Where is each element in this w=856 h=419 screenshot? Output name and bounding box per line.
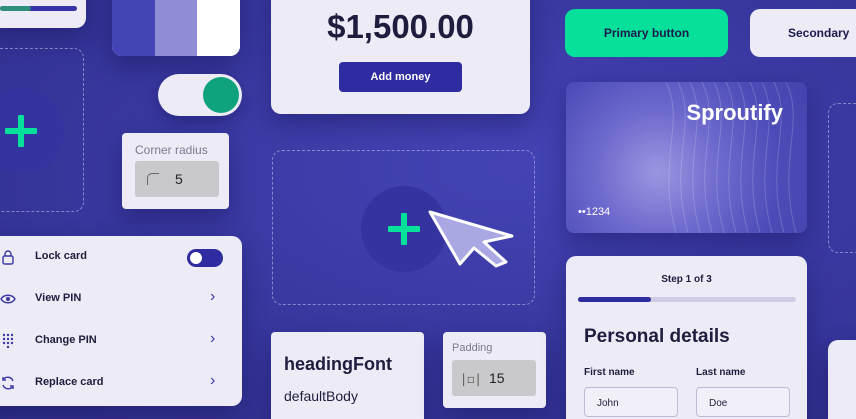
chevron-right-icon: › bbox=[210, 372, 216, 389]
plus-icon bbox=[5, 115, 37, 147]
first-name-field[interactable]: John bbox=[584, 387, 678, 417]
color-swatch-card bbox=[112, 0, 240, 56]
lock-card-toggle[interactable] bbox=[187, 249, 223, 267]
chevron-right-icon: › bbox=[210, 288, 216, 305]
padding-icon: |◻| bbox=[460, 372, 482, 386]
chevron-right-icon: › bbox=[210, 330, 216, 347]
form-title: Personal details bbox=[584, 326, 730, 347]
step-indicator: Step 1 of 3 bbox=[661, 274, 712, 285]
corner-radius-card: Corner radius 5 bbox=[122, 133, 229, 209]
swatch-3[interactable] bbox=[197, 0, 240, 56]
toggle-knob bbox=[190, 252, 202, 264]
padding-card: Padding |◻| 15 bbox=[443, 332, 546, 408]
partial-card-right bbox=[828, 340, 856, 419]
swatch-2[interactable] bbox=[154, 0, 198, 56]
menu-item-view-pin[interactable]: View PIN › bbox=[0, 278, 242, 320]
balance-card: $1,500.00 Add money bbox=[271, 0, 530, 114]
swatch-1[interactable] bbox=[112, 0, 155, 56]
corner-radius-icon bbox=[147, 173, 159, 185]
menu-item-label: Lock card bbox=[35, 250, 87, 262]
menu-item-label: View PIN bbox=[35, 292, 82, 304]
first-name-label: First name bbox=[584, 367, 635, 378]
keypad-icon bbox=[2, 333, 14, 349]
menu-item-change-pin[interactable]: Change PIN › bbox=[0, 320, 242, 362]
lock-icon bbox=[2, 250, 14, 265]
mouse-pointer-icon bbox=[428, 210, 514, 268]
corner-radius-label: Corner radius bbox=[135, 143, 208, 157]
menu-item-label: Replace card bbox=[35, 376, 104, 388]
menu-item-label: Change PIN bbox=[35, 334, 97, 346]
add-money-button[interactable]: Add money bbox=[339, 62, 462, 92]
primary-button[interactable]: Primary button bbox=[565, 9, 728, 57]
card-number: ••1234 bbox=[578, 206, 611, 218]
eye-icon bbox=[0, 294, 16, 304]
corner-radius-value: 5 bbox=[175, 171, 183, 187]
step-progress-fill bbox=[578, 297, 651, 302]
menu-item-replace-card[interactable]: Replace card › bbox=[0, 362, 242, 404]
progress-card bbox=[0, 0, 86, 28]
body-font-sample: defaultBody bbox=[284, 388, 358, 404]
dashed-drop-zone-right bbox=[828, 103, 856, 253]
plus-icon bbox=[388, 213, 420, 245]
typography-card: headingFont defaultBody bbox=[271, 332, 424, 419]
padding-label: Padding bbox=[452, 342, 493, 354]
balance-amount: $1,500.00 bbox=[327, 8, 474, 45]
card-settings-menu: Lock card View PIN › Change PIN › Replac… bbox=[0, 236, 242, 406]
personal-details-form: Step 1 of 3 Personal details First name … bbox=[566, 256, 807, 419]
corner-radius-input[interactable]: 5 bbox=[135, 161, 219, 197]
heading-font-sample: headingFont bbox=[284, 354, 392, 374]
last-name-field[interactable]: Doe bbox=[696, 387, 790, 417]
progress-fill bbox=[0, 6, 31, 11]
toggle-switch-large[interactable] bbox=[158, 74, 242, 116]
secondary-button[interactable]: Secondary bbox=[750, 9, 856, 57]
toggle-knob bbox=[203, 77, 239, 113]
last-name-label: Last name bbox=[696, 367, 746, 378]
padding-input[interactable]: |◻| 15 bbox=[452, 360, 536, 396]
menu-item-lock-card[interactable]: Lock card bbox=[0, 236, 242, 278]
refresh-icon bbox=[2, 376, 14, 390]
payment-card[interactable]: Sproutify ••1234 bbox=[566, 82, 807, 233]
padding-value: 15 bbox=[489, 370, 505, 386]
card-brand-logo: Sproutify bbox=[686, 100, 783, 125]
